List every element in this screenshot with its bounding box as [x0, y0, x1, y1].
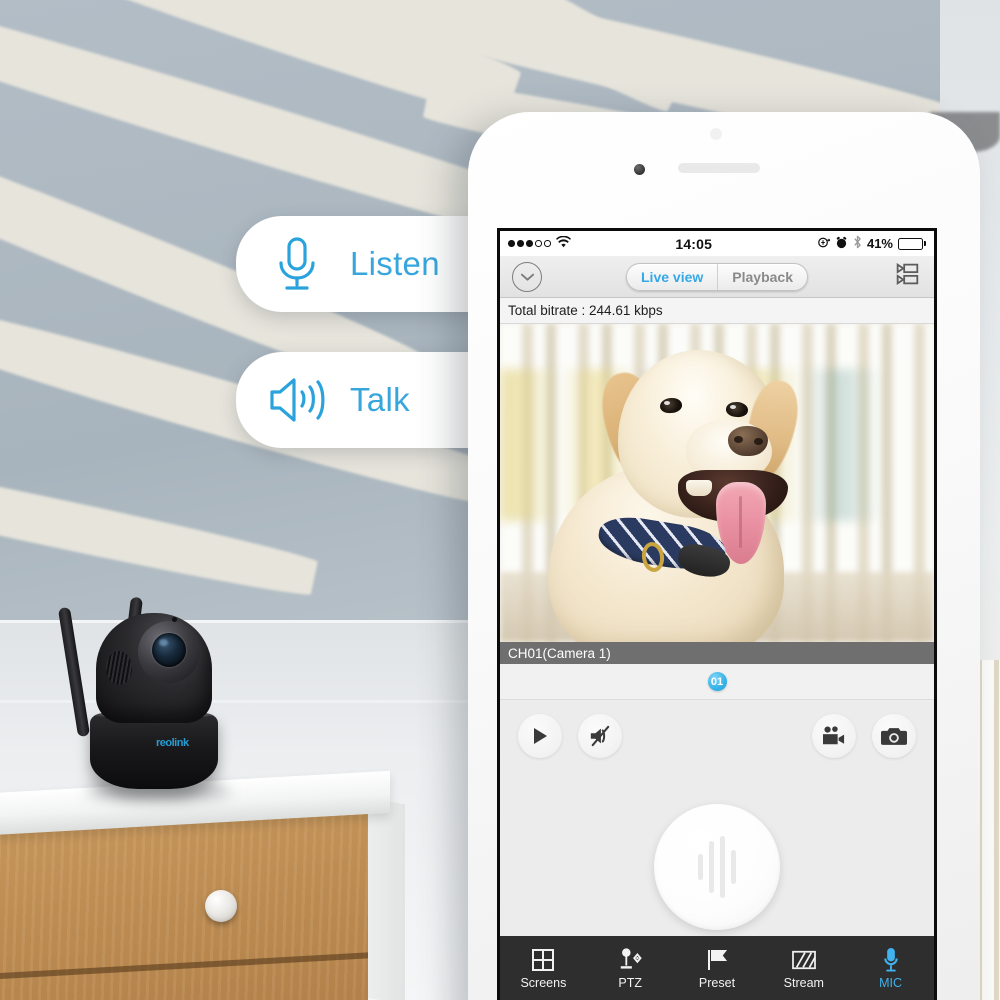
mute-button[interactable] [578, 714, 622, 758]
total-bitrate-label: Total bitrate : 244.61 kbps [500, 298, 934, 324]
record-button[interactable] [812, 714, 856, 758]
status-bar-clock: 14:05 [675, 235, 713, 252]
view-mode-segmented-control[interactable]: Live view Playback [626, 262, 808, 291]
channel-name-label: CH01(Camera 1) [500, 642, 934, 664]
tab-preset[interactable]: Preset [674, 947, 761, 990]
tab-live-view[interactable]: Live view [627, 264, 717, 290]
live-video-feed[interactable] [500, 324, 934, 642]
battery-icon [898, 237, 926, 250]
tab-screens-label: Screens [520, 975, 567, 990]
tab-mic[interactable]: MIC [847, 947, 934, 990]
push-to-talk-pad[interactable] [654, 804, 780, 930]
tab-stream-label: Stream [783, 975, 824, 990]
talk-pad-area [500, 772, 934, 962]
microphone-icon [881, 947, 901, 973]
stream-icon [791, 947, 817, 973]
ip-camera: reolink [57, 585, 250, 801]
app-navbar: Live view Playback [500, 256, 934, 298]
tab-preset-label: Preset [698, 975, 736, 990]
camera-antenna-left [57, 606, 91, 738]
feature-badge-talk-label: Talk [350, 381, 410, 418]
alarm-clock-icon [835, 236, 848, 252]
rotation-lock-icon [817, 236, 831, 252]
signal-strength-dots [508, 240, 551, 247]
grid-screens-icon [531, 947, 555, 973]
bottom-tab-bar: Screens PTZ Preset Stream MIC [500, 936, 934, 1000]
microphone-icon [266, 233, 328, 295]
camera-base [90, 713, 218, 789]
channel-indicator-strip: 01 [500, 664, 934, 700]
phone-earpiece-speaker [678, 163, 760, 173]
camera-speaker-grille [106, 651, 132, 685]
phone-front-camera [634, 164, 645, 175]
speaker-waves-icon [266, 369, 328, 431]
video-dog-eye-right [725, 401, 749, 418]
camera-lens [152, 633, 186, 667]
tab-ptz-label: PTZ [618, 975, 642, 990]
play-button[interactable] [518, 714, 562, 758]
channel-number-badge[interactable]: 01 [707, 672, 727, 691]
tab-ptz[interactable]: PTZ [587, 947, 674, 990]
tab-mic-label: MIC [879, 975, 903, 990]
tab-stream[interactable]: Stream [760, 947, 847, 990]
wifi-icon [555, 235, 571, 251]
snapshot-button[interactable] [872, 714, 916, 758]
tab-playback[interactable]: Playback [717, 263, 807, 290]
multi-screen-icon[interactable] [892, 259, 922, 294]
flag-preset-icon [705, 947, 729, 973]
app-screen: 14:05 41% Live view Playback Total bitra… [497, 228, 937, 1000]
bluetooth-icon [853, 235, 862, 252]
playback-control-row [500, 700, 934, 772]
phone-proximity-sensor [710, 128, 722, 140]
camera-led [172, 617, 177, 622]
battery-percentage: 41% [866, 236, 893, 251]
tab-screens[interactable]: Screens [500, 947, 587, 990]
scene-root: reolink Listen Talk 14:05 41% Live view … [0, 0, 1000, 1000]
audio-waveform-icon [698, 854, 703, 880]
chevron-down-icon[interactable] [512, 261, 542, 292]
dresser-knob [205, 890, 237, 922]
feature-badge-listen-label: Listen [350, 245, 440, 282]
ptz-joystick-icon [617, 947, 643, 973]
camera-brand-logo: reolink [156, 737, 189, 749]
ios-status-bar: 14:05 41% [500, 231, 934, 256]
